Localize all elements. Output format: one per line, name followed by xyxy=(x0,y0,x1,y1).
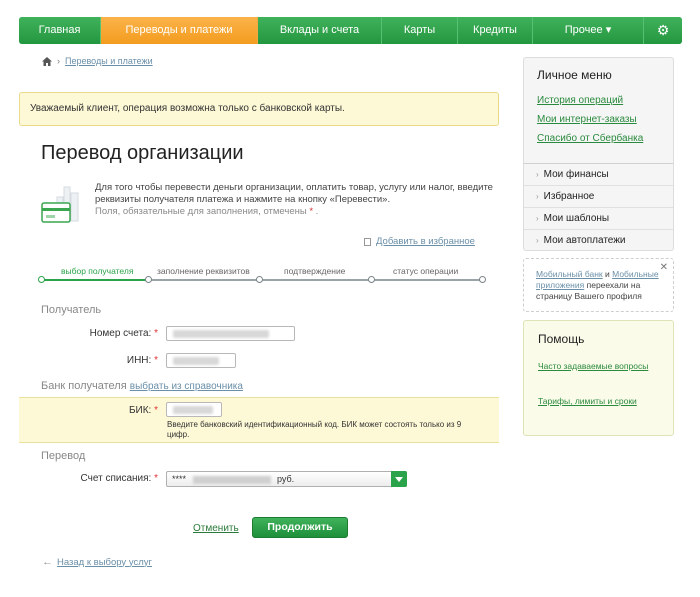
gear-icon: ⚙ xyxy=(656,22,670,38)
progress-steps: выбор получателя заполнение реквизитов п… xyxy=(38,266,486,286)
card-only-warning: Уважаемый клиент, операция возможна толь… xyxy=(19,92,499,126)
required-star: * xyxy=(154,355,158,366)
bank-section-label: Банк получателя xyxy=(41,380,127,392)
inn-label: ИНН: * xyxy=(48,355,158,366)
bank-section-title: Банк получателя выбрать из справочника xyxy=(41,380,243,392)
account-number-label-text: Номер счета: xyxy=(89,328,152,339)
nav-item-main[interactable]: Главная xyxy=(19,17,101,44)
recipient-section-title: Получатель xyxy=(41,304,102,316)
arrow-left-icon: ← xyxy=(42,556,53,568)
tariffs-link[interactable]: Тарифы, лимиты и сроки xyxy=(538,396,663,406)
back-to-services-link[interactable]: ← Назад к выбору услуг xyxy=(42,556,152,568)
continue-button[interactable]: Продолжить xyxy=(252,517,348,538)
masked-value xyxy=(173,406,213,414)
step-label-2: заполнение реквизитов xyxy=(157,266,250,276)
nav-item-deposits[interactable]: Вклады и счета xyxy=(258,17,382,44)
account-number-label: Номер счета: * xyxy=(48,328,158,339)
internet-orders-link[interactable]: Мои интернет-заказы xyxy=(537,114,637,125)
bik-input[interactable] xyxy=(166,402,222,417)
required-note: Поля, обязательные для заполнения, отмеч… xyxy=(95,206,319,217)
step-label-4: статус операции xyxy=(393,266,459,276)
add-to-favorites[interactable]: Добавить в избранное xyxy=(364,236,475,247)
bookmark-icon xyxy=(364,237,371,246)
menu-item-favorites[interactable]: › Избранное xyxy=(524,185,673,207)
chevron-right-icon: › xyxy=(536,170,539,179)
account-number-input[interactable] xyxy=(166,326,295,341)
operation-history-link[interactable]: История операций xyxy=(537,95,623,106)
chevron-right-icon: › xyxy=(536,214,539,223)
breadcrumb-link-transfers[interactable]: Переводы и платежи xyxy=(65,56,153,66)
settings-button[interactable]: ⚙ xyxy=(644,17,682,44)
chevron-right-icon: › xyxy=(57,56,60,66)
help-panel: Помощь Часто задаваемые вопросы Тарифы, … xyxy=(523,320,674,436)
step-dot-2 xyxy=(145,276,152,283)
cancel-button[interactable]: Отменить xyxy=(193,523,239,534)
intro-text: Для того чтобы перевести деньги организа… xyxy=(95,182,495,218)
faq-link[interactable]: Часто задаваемые вопросы xyxy=(538,361,663,371)
bik-label-text: БИК: xyxy=(128,405,152,416)
step-dot-4 xyxy=(368,276,375,283)
menu-item-templates[interactable]: › Мои шаблоны xyxy=(524,207,673,229)
top-navigation: Главная Переводы и платежи Вклады и счет… xyxy=(19,17,682,44)
personal-menu-title: Личное меню xyxy=(537,68,612,82)
debit-account-select[interactable]: **** руб. xyxy=(166,471,407,487)
help-title: Помощь xyxy=(538,332,585,346)
bik-label: БИК: * xyxy=(48,405,158,416)
required-star: * xyxy=(309,206,314,217)
step-dot-3 xyxy=(256,276,263,283)
transfer-section-title: Перевод xyxy=(41,450,86,462)
menu-item-label: Мои автоплатежи xyxy=(543,235,626,246)
steps-track-active xyxy=(41,279,148,281)
nav-item-transfers[interactable]: Переводы и платежи xyxy=(101,17,258,44)
menu-item-my-finances[interactable]: › Мои финансы xyxy=(524,163,673,185)
debit-account-label-text: Счет списания: xyxy=(80,473,152,484)
chevron-right-icon: › xyxy=(536,236,539,245)
add-to-favorites-label: Добавить в избранное xyxy=(376,236,475,247)
step-label-3: подтверждение xyxy=(284,266,346,276)
close-icon[interactable]: ✕ xyxy=(660,262,668,273)
page-title: Перевод организации xyxy=(41,142,244,164)
menu-item-label: Мои финансы xyxy=(543,169,609,180)
choose-from-directory-link[interactable]: выбрать из справочника xyxy=(130,381,243,392)
breadcrumb: › Переводы и платежи xyxy=(42,56,153,66)
nav-item-cards[interactable]: Карты xyxy=(382,17,458,44)
masked-value xyxy=(173,357,219,365)
required-note-text: Поля, обязательные для заполнения, отмеч… xyxy=(95,206,307,217)
spasibo-link[interactable]: Спасибо от Сбербанка xyxy=(537,133,643,144)
masked-value xyxy=(193,476,271,484)
step-dot-5 xyxy=(479,276,486,283)
intro-description: Для того чтобы перевести деньги организа… xyxy=(95,182,493,205)
organization-payment-icon xyxy=(40,183,90,228)
nav-item-other[interactable]: Прочее ▾ xyxy=(533,17,644,44)
personal-menu: Личное меню История операций Мои интерне… xyxy=(523,57,674,251)
home-icon[interactable] xyxy=(42,56,52,66)
debit-account-prefix: **** xyxy=(172,474,187,484)
mobile-bank-notice: ✕ Мобильный банк и Мобильные приложения … xyxy=(523,258,674,312)
inn-input[interactable] xyxy=(166,353,236,368)
menu-item-label: Мои шаблоны xyxy=(543,213,610,224)
step-label-1: выбор получателя xyxy=(61,266,134,276)
chevron-right-icon: › xyxy=(536,192,539,201)
debit-account-currency: руб. xyxy=(277,474,295,484)
required-star: * xyxy=(154,473,158,484)
inn-label-text: ИНН: xyxy=(126,355,152,366)
nav-item-credits[interactable]: Кредиты xyxy=(458,17,533,44)
masked-value xyxy=(173,330,269,338)
bik-hint: Введите банковский идентификационный код… xyxy=(167,420,462,439)
menu-item-autopayments[interactable]: › Мои автоплатежи xyxy=(524,229,673,251)
notice-and: и xyxy=(605,269,610,279)
required-star: * xyxy=(154,328,158,339)
menu-item-label: Избранное xyxy=(543,191,595,202)
required-star: * xyxy=(154,405,158,416)
debit-account-label: Счет списания: * xyxy=(48,473,158,484)
back-to-services-label: Назад к выбору услуг xyxy=(57,556,152,568)
mobile-bank-link[interactable]: Мобильный банк xyxy=(536,269,603,279)
chevron-down-icon[interactable] xyxy=(391,471,407,487)
step-dot-1 xyxy=(38,276,45,283)
